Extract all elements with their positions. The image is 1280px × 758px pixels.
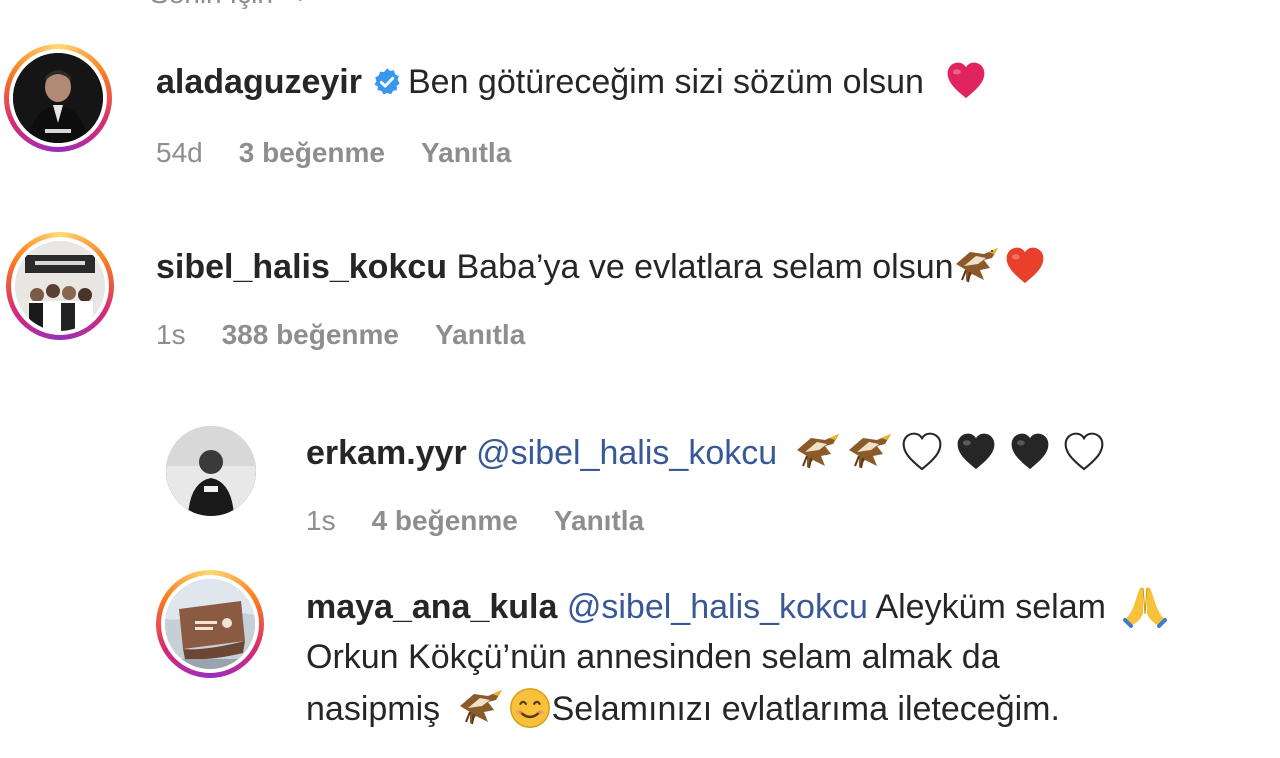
comment-username[interactable]: aladaguzeyir — [156, 63, 362, 101]
like-count[interactable]: 3 beğenme — [239, 137, 385, 169]
smiling-face-icon — [509, 688, 550, 728]
black-heart-icon — [1011, 433, 1048, 470]
avatar[interactable] — [4, 44, 112, 152]
avatar[interactable] — [156, 570, 264, 678]
feed-filter-label: Senin İçin — [150, 0, 273, 10]
comment-time: 1s — [306, 505, 336, 536]
comment-meta: 1s 4 beğenme Yanıtla — [306, 505, 644, 537]
comment-text: nasipmiş — [306, 690, 441, 728]
reply-button[interactable]: Yanıtla — [554, 505, 644, 537]
white-heart-icon — [902, 432, 942, 471]
comment-meta: 1s 388 beğenme Yanıtla — [156, 319, 525, 351]
like-count[interactable]: 4 beğenme — [372, 505, 518, 537]
comment-time: 54d — [156, 137, 203, 168]
comment-username[interactable]: maya_ana_kula — [306, 588, 557, 626]
comment-text: Ben götüreceğim sizi sözüm olsun — [407, 63, 924, 101]
avatar[interactable] — [166, 426, 256, 516]
comment-username[interactable]: erkam.yyr — [306, 434, 467, 472]
eagle-icon — [955, 248, 998, 283]
reply-button[interactable]: Yanıtla — [421, 137, 511, 169]
white-heart-icon — [1064, 432, 1104, 471]
comment-text: Aleyküm selam — [875, 588, 1106, 626]
feed-filter-header[interactable]: Senin İçin ⌄ — [150, 0, 309, 10]
mention-link[interactable]: @sibel_halis_kokcu — [567, 588, 868, 626]
praying-hands-icon — [1123, 587, 1168, 629]
eagle-icon — [796, 434, 839, 469]
red-heart-icon — [1006, 247, 1043, 284]
black-heart-icon — [957, 433, 994, 470]
eagle-icon — [459, 690, 502, 725]
comment-text: Orkun Kökçü’nün annesinden selam almak d… — [306, 638, 1000, 676]
red-heart-icon — [947, 62, 985, 99]
like-count[interactable]: 388 beğenme — [222, 319, 399, 351]
profile-photo — [13, 53, 103, 143]
eagle-icon — [848, 434, 891, 469]
comment-text: Selamınızı evlatlarıma ileteceğim. — [551, 690, 1060, 728]
comment-meta: 54d 3 beğenme Yanıtla — [156, 137, 511, 169]
comment-username[interactable]: sibel_halis_kokcu — [156, 248, 447, 286]
mention-link[interactable]: @sibel_halis_kokcu — [476, 434, 777, 472]
verified-badge-icon — [374, 68, 400, 95]
profile-photo — [165, 579, 255, 669]
profile-photo — [15, 241, 105, 331]
comment-text: Baba’ya ve evlatlara selam olsun — [456, 248, 954, 286]
chevron-down-icon: ⌄ — [291, 0, 309, 7]
reply-button[interactable]: Yanıtla — [435, 319, 525, 351]
avatar[interactable] — [6, 232, 114, 340]
profile-photo — [166, 426, 256, 516]
comment-time: 1s — [156, 319, 186, 350]
